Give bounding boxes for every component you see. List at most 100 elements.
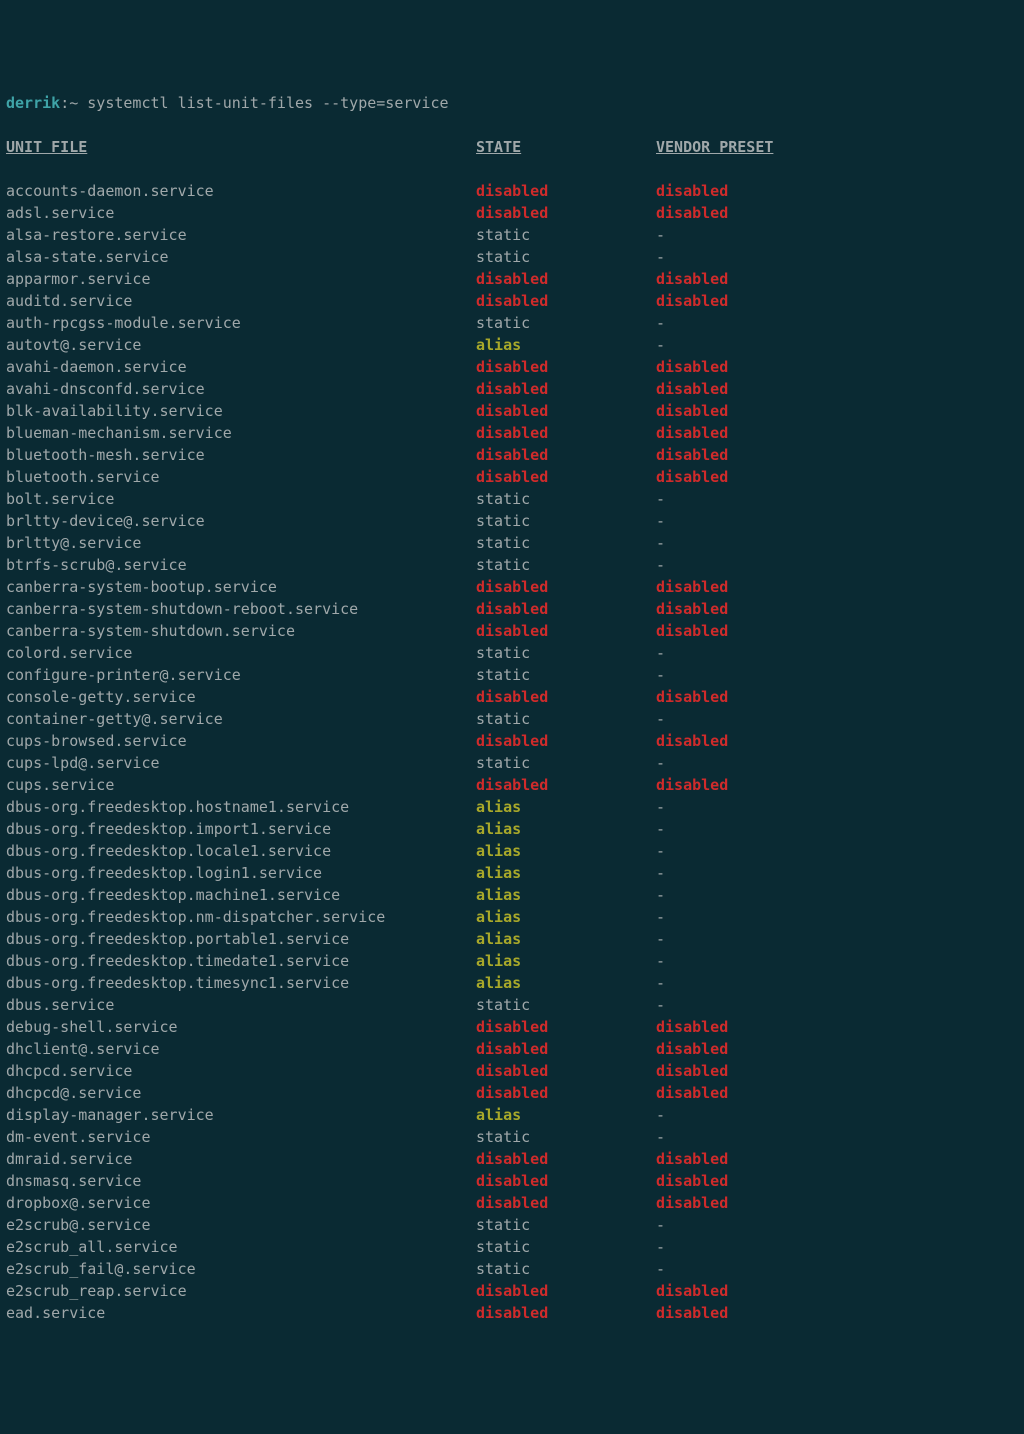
state-value: static <box>476 532 656 554</box>
table-row: debug-shell.servicedisableddisabled <box>6 1016 1018 1038</box>
table-row: blueman-mechanism.servicedisableddisable… <box>6 422 1018 444</box>
table-row: ead.servicedisableddisabled <box>6 1302 1018 1324</box>
preset-value: disabled <box>656 1302 728 1324</box>
table-row: dhcpcd.servicedisableddisabled <box>6 1060 1018 1082</box>
preset-value: - <box>656 1236 665 1258</box>
unit-file-name: bolt.service <box>6 488 476 510</box>
table-row: display-manager.servicealias- <box>6 1104 1018 1126</box>
preset-value: - <box>656 554 665 576</box>
table-row: dmraid.servicedisableddisabled <box>6 1148 1018 1170</box>
state-value: static <box>476 554 656 576</box>
state-value: alias <box>476 950 656 972</box>
preset-value: - <box>656 884 665 906</box>
unit-file-name: btrfs-scrub@.service <box>6 554 476 576</box>
table-row: dbus-org.freedesktop.login1.servicealias… <box>6 862 1018 884</box>
unit-file-name: alsa-state.service <box>6 246 476 268</box>
table-row: dbus-org.freedesktop.timesync1.serviceal… <box>6 972 1018 994</box>
state-value: static <box>476 642 656 664</box>
table-row: console-getty.servicedisableddisabled <box>6 686 1018 708</box>
preset-value: disabled <box>656 202 728 224</box>
unit-file-name: configure-printer@.service <box>6 664 476 686</box>
preset-value: disabled <box>656 1082 728 1104</box>
unit-file-name: auth-rpcgss-module.service <box>6 312 476 334</box>
preset-value: - <box>656 312 665 334</box>
unit-file-name: avahi-daemon.service <box>6 356 476 378</box>
preset-value: - <box>656 862 665 884</box>
preset-value: - <box>656 488 665 510</box>
state-value: disabled <box>476 444 656 466</box>
state-value: disabled <box>476 576 656 598</box>
table-row: dnsmasq.servicedisableddisabled <box>6 1170 1018 1192</box>
state-value: alias <box>476 928 656 950</box>
table-row: avahi-daemon.servicedisableddisabled <box>6 356 1018 378</box>
state-value: alias <box>476 818 656 840</box>
table-row: autovt@.servicealias- <box>6 334 1018 356</box>
preset-value: disabled <box>656 378 728 400</box>
table-row: brltty-device@.servicestatic- <box>6 510 1018 532</box>
preset-value: disabled <box>656 686 728 708</box>
prompt-sep: : <box>60 94 69 112</box>
unit-file-name: e2scrub_all.service <box>6 1236 476 1258</box>
table-row: alsa-restore.servicestatic- <box>6 224 1018 246</box>
state-value: static <box>476 1214 656 1236</box>
table-row: dbus-org.freedesktop.hostname1.serviceal… <box>6 796 1018 818</box>
prompt-user: derrik <box>6 94 60 112</box>
table-row: dropbox@.servicedisableddisabled <box>6 1192 1018 1214</box>
preset-value: - <box>656 928 665 950</box>
state-value: static <box>476 994 656 1016</box>
preset-value: - <box>656 972 665 994</box>
unit-file-name: debug-shell.service <box>6 1016 476 1038</box>
unit-file-name: dbus.service <box>6 994 476 1016</box>
unit-file-name: console-getty.service <box>6 686 476 708</box>
unit-file-name: dbus-org.freedesktop.import1.service <box>6 818 476 840</box>
state-value: static <box>476 224 656 246</box>
prompt-line[interactable]: derrik:~ systemctl list-unit-files --typ… <box>6 92 1018 114</box>
preset-value: - <box>656 950 665 972</box>
state-value: disabled <box>476 730 656 752</box>
preset-value: disabled <box>656 268 728 290</box>
preset-value: - <box>656 708 665 730</box>
command-text: systemctl list-unit-files --type=service <box>87 94 448 112</box>
state-value: disabled <box>476 686 656 708</box>
state-value: disabled <box>476 1280 656 1302</box>
unit-file-name: blk-availability.service <box>6 400 476 422</box>
preset-value: - <box>656 224 665 246</box>
preset-value: disabled <box>656 466 728 488</box>
table-row: dbus.servicestatic- <box>6 994 1018 1016</box>
table-row: btrfs-scrub@.servicestatic- <box>6 554 1018 576</box>
unit-file-name: dnsmasq.service <box>6 1170 476 1192</box>
unit-file-name: canberra-system-bootup.service <box>6 576 476 598</box>
state-value: static <box>476 664 656 686</box>
preset-value: - <box>656 840 665 862</box>
header-row: UNIT FILESTATEVENDOR PRESET <box>6 136 1018 158</box>
table-row: avahi-dnsconfd.servicedisableddisabled <box>6 378 1018 400</box>
header-preset: VENDOR PRESET <box>656 136 773 158</box>
unit-file-name: dhcpcd.service <box>6 1060 476 1082</box>
preset-value: - <box>656 818 665 840</box>
preset-value: - <box>656 510 665 532</box>
preset-value: disabled <box>656 444 728 466</box>
preset-value: disabled <box>656 1060 728 1082</box>
state-value: disabled <box>476 620 656 642</box>
state-value: static <box>476 1126 656 1148</box>
table-row: apparmor.servicedisableddisabled <box>6 268 1018 290</box>
table-row: brltty@.servicestatic- <box>6 532 1018 554</box>
preset-value: disabled <box>656 180 728 202</box>
state-value: alias <box>476 796 656 818</box>
state-value: alias <box>476 884 656 906</box>
unit-file-name: brltty-device@.service <box>6 510 476 532</box>
unit-file-name: avahi-dnsconfd.service <box>6 378 476 400</box>
preset-value: - <box>656 1214 665 1236</box>
table-row: canberra-system-bootup.servicedisableddi… <box>6 576 1018 598</box>
table-row: e2scrub_all.servicestatic- <box>6 1236 1018 1258</box>
unit-file-name: dbus-org.freedesktop.portable1.service <box>6 928 476 950</box>
table-row: dbus-org.freedesktop.portable1.serviceal… <box>6 928 1018 950</box>
unit-file-name: autovt@.service <box>6 334 476 356</box>
state-value: disabled <box>476 466 656 488</box>
prompt-path: ~ <box>69 94 87 112</box>
table-row: dbus-org.freedesktop.timedate1.serviceal… <box>6 950 1018 972</box>
preset-value: - <box>656 532 665 554</box>
preset-value: disabled <box>656 1016 728 1038</box>
table-row: e2scrub_fail@.servicestatic- <box>6 1258 1018 1280</box>
table-row: bluetooth.servicedisableddisabled <box>6 466 1018 488</box>
